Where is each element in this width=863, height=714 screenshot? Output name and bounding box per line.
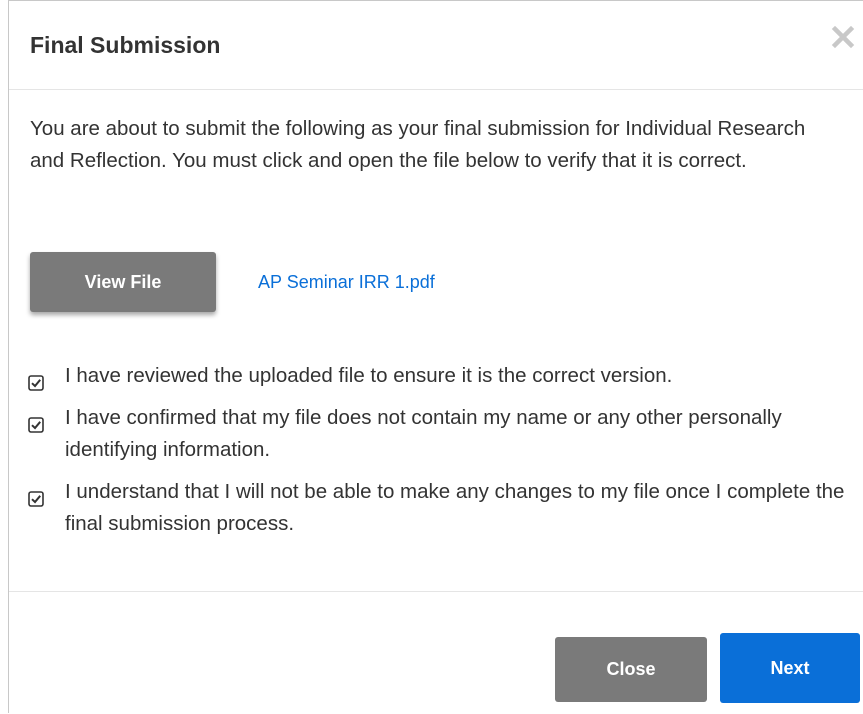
checkbox-no-identifying-info[interactable] (28, 411, 44, 433)
view-file-button[interactable]: View File (30, 252, 216, 312)
checkbox-label: I have confirmed that my file does not c… (65, 406, 782, 461)
checklist-item: I have confirmed that my file does not c… (28, 402, 848, 466)
checkbox-label: I have reviewed the uploaded file to ens… (65, 364, 673, 387)
dialog-footer: Close Next (9, 591, 863, 714)
dialog-body: You are about to submit the following as… (9, 90, 863, 591)
intro-text: You are about to submit the following as… (30, 117, 806, 172)
checklist-item: I have reviewed the uploaded file to ens… (28, 360, 848, 392)
checkbox-label: I understand that I will not be able to … (65, 480, 845, 535)
dialog-title: Final Submission (30, 32, 221, 58)
confirmation-checklist: I have reviewed the uploaded file to ens… (28, 360, 848, 550)
next-button[interactable]: Next (720, 633, 860, 703)
dialog-header: Final Submission (9, 1, 863, 90)
close-button[interactable]: Close (555, 637, 707, 702)
checkbox-no-changes[interactable] (28, 485, 44, 507)
checkbox-reviewed[interactable] (28, 369, 44, 391)
close-x-icon[interactable] (829, 23, 857, 51)
file-link[interactable]: AP Seminar IRR 1.pdf (258, 272, 435, 293)
checklist-item: I understand that I will not be able to … (28, 476, 848, 540)
final-submission-dialog: Final Submission You are about to submit… (8, 0, 863, 713)
